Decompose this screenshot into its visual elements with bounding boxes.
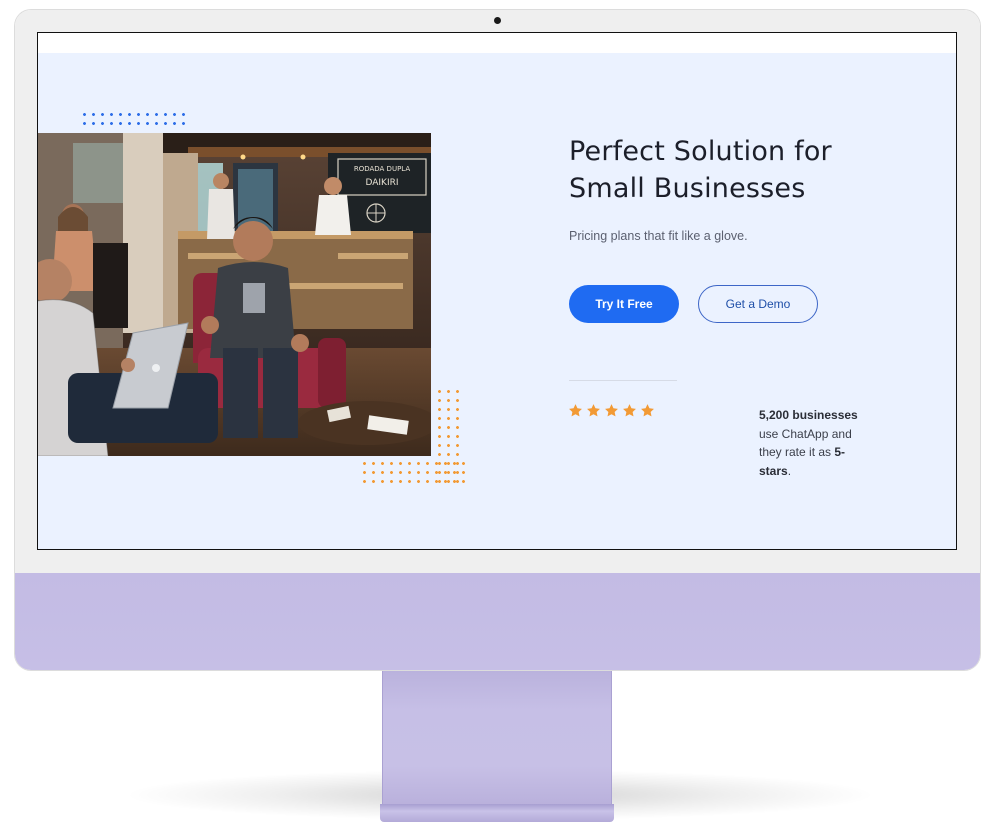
camera-icon bbox=[494, 17, 501, 24]
orange-dot-pattern-horizontal bbox=[360, 459, 465, 489]
rating-period: . bbox=[787, 463, 792, 478]
chalkboard-text-1: RODADA DUPLA bbox=[354, 165, 411, 173]
star-icon bbox=[569, 404, 582, 417]
hero-title-line-1: Perfect Solution for bbox=[569, 136, 832, 167]
star-icon bbox=[587, 404, 600, 417]
get-a-demo-button[interactable]: Get a Demo bbox=[698, 285, 818, 323]
hero-title-line-2: Small Businesses bbox=[569, 173, 806, 204]
rating-count: 5,200 businesses bbox=[759, 408, 858, 422]
screen: RODADA DUPLA DAIKIRI Perfect Solution fo… bbox=[37, 32, 957, 550]
star-icon bbox=[623, 404, 636, 417]
rating-divider bbox=[569, 380, 677, 381]
star-rating bbox=[568, 403, 655, 418]
star-icon bbox=[641, 404, 654, 417]
monitor-stand bbox=[382, 668, 612, 808]
star-icon bbox=[605, 404, 618, 417]
cafe-photo-illustration: RODADA DUPLA DAIKIRI bbox=[38, 133, 431, 456]
hero-section: RODADA DUPLA DAIKIRI Perfect Solution fo… bbox=[38, 53, 956, 549]
rating-text: 5,200 businesses use ChatApp and they ra… bbox=[759, 406, 859, 480]
page-top-bar bbox=[38, 33, 956, 53]
hero-photo: RODADA DUPLA DAIKIRI bbox=[38, 133, 431, 456]
monitor-stand-foot bbox=[380, 804, 614, 822]
hero-title: Perfect Solution for Small Businesses bbox=[569, 133, 909, 207]
try-it-free-button[interactable]: Try It Free bbox=[569, 285, 679, 323]
monitor-chin bbox=[15, 573, 980, 670]
blue-dot-pattern bbox=[80, 110, 188, 128]
hero-subtitle: Pricing plans that fit like a glove. bbox=[569, 229, 748, 243]
chalkboard-text-2: DAIKIRI bbox=[365, 178, 398, 188]
